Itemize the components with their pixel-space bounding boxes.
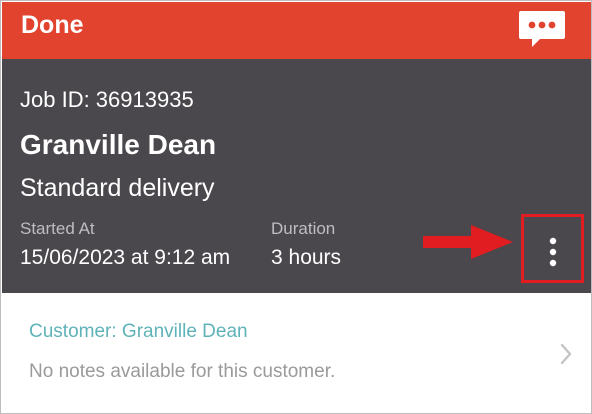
job-id: Job ID: 36913935 [20,87,194,112]
customer-name: Granville Dean [20,129,217,160]
arrow-right-icon [423,225,513,259]
customer-notes-title: Customer: Granville Dean [29,321,248,342]
job-status-bar: Done [2,2,591,59]
started-at-label: Started At [20,219,95,238]
job-status-title: Done [21,11,84,39]
started-at-value: 15/06/2023 at 9:12 am [20,246,231,269]
duration-value: 3 hours [271,246,342,269]
app-screen: Done Job ID: 36913935 Granville Dean Sta… [0,0,592,414]
job-type: Standard delivery [20,174,215,202]
more-vertical-icon[interactable] [543,237,563,267]
chevron-right-icon [559,343,573,365]
customer-notes-text: No notes available for this customer. [29,361,336,382]
chat-bubble-icon[interactable] [518,9,566,49]
duration-label: Duration [271,219,336,238]
customer-notes-row[interactable]: Customer: Granville Dean No notes availa… [2,293,591,413]
